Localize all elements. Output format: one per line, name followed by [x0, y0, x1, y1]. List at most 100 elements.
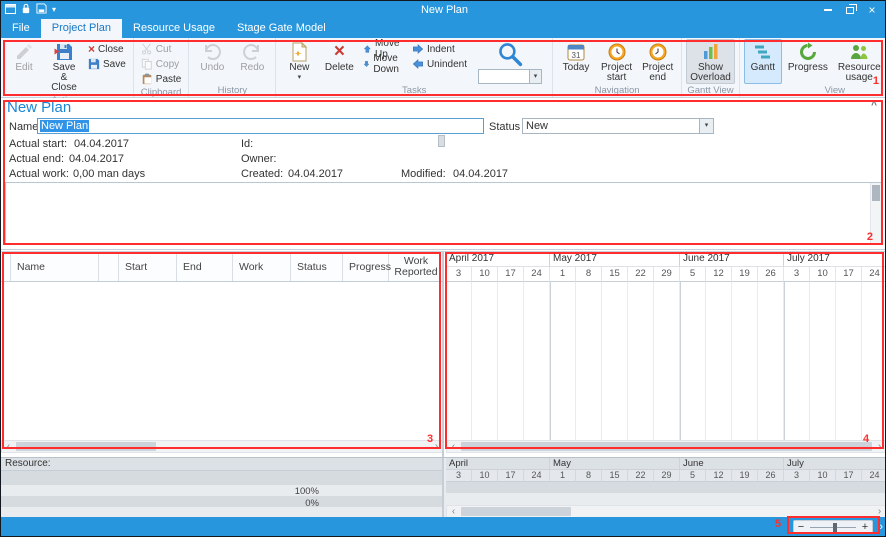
- redo-label: Redo: [240, 63, 264, 73]
- window-title: New Plan: [71, 4, 818, 16]
- lock-icon[interactable]: [21, 3, 31, 17]
- search-icon[interactable]: [496, 41, 524, 67]
- collapse-panel-icon[interactable]: ^: [871, 100, 877, 111]
- group-label-history: History: [193, 84, 271, 97]
- indent-button[interactable]: Indent: [409, 42, 470, 56]
- resource-month: May: [550, 458, 680, 470]
- zoom-slider[interactable]: [808, 521, 858, 533]
- gantt-week: 5: [680, 267, 706, 282]
- ribbon: Edit Save & Close × Close Save: [1, 38, 885, 98]
- actual-work-label: Actual work:: [9, 168, 69, 180]
- gantt-hscroll-thumb[interactable]: [461, 442, 872, 451]
- scroll-right-icon[interactable]: ›: [873, 441, 886, 452]
- paste-label: Paste: [156, 74, 182, 85]
- created-label: Created:: [241, 168, 283, 180]
- task-search-input[interactable]: ▾: [478, 69, 542, 84]
- status-select[interactable]: New ▾: [522, 118, 714, 134]
- paste-button[interactable]: Paste: [138, 72, 185, 86]
- resource-hscroll-thumb[interactable]: [461, 507, 571, 516]
- zoom-slider-thumb[interactable]: [833, 523, 837, 533]
- gantt-hscrollbar[interactable]: ‹ ›: [446, 440, 886, 453]
- copy-label: Copy: [156, 59, 179, 70]
- resource-week: 24: [862, 470, 885, 482]
- show-overload-button[interactable]: Show Overload: [686, 39, 735, 84]
- axis-label-0: 0%: [274, 498, 319, 509]
- new-task-button[interactable]: New ▾: [280, 39, 318, 84]
- annotation-number-5: 5: [775, 518, 781, 530]
- save-button[interactable]: Save: [85, 57, 129, 71]
- tab-file[interactable]: File: [1, 19, 41, 38]
- notes-scrollbar-thumb[interactable]: [872, 185, 880, 201]
- today-button[interactable]: 31 Today: [557, 39, 595, 84]
- scroll-left-icon[interactable]: ‹: [447, 441, 460, 452]
- gantt-month: May 2017: [550, 252, 680, 267]
- column-work-reported[interactable]: Work Reported: [389, 252, 442, 281]
- tab-stage-gate-model[interactable]: Stage Gate Model: [226, 19, 337, 38]
- copy-icon: [141, 58, 153, 70]
- unindent-button[interactable]: Unindent: [409, 57, 470, 71]
- resource-timeline-body: [446, 482, 885, 505]
- scissors-icon: [141, 43, 153, 55]
- annotation-number-1: 1: [873, 75, 879, 87]
- scroll-right-icon[interactable]: ›: [873, 506, 885, 517]
- gantt-chart: April 2017 May 2017 June 2017 July 2017 …: [446, 252, 886, 457]
- view-progress-button[interactable]: Progress: [784, 39, 832, 84]
- cut-label: Cut: [156, 44, 172, 55]
- unindent-label: Unindent: [427, 59, 467, 70]
- owner-label: Owner:: [241, 153, 276, 165]
- annotation-number-4: 4: [863, 433, 869, 445]
- scroll-left-icon[interactable]: ‹: [447, 506, 460, 517]
- gantt-week: 17: [836, 267, 862, 282]
- task-table-hscroll-thumb[interactable]: [16, 442, 156, 451]
- column-icon[interactable]: [99, 252, 119, 281]
- column-start[interactable]: Start: [119, 252, 177, 281]
- resource-hscrollbar[interactable]: ‹ ›: [446, 505, 885, 517]
- edit-pencil-icon: [14, 42, 34, 62]
- restore-button[interactable]: [840, 2, 860, 18]
- save-label: Save: [103, 59, 126, 70]
- resource-band: [1, 507, 442, 517]
- column-status[interactable]: Status: [291, 252, 343, 281]
- scroll-left-icon[interactable]: ‹: [2, 441, 15, 452]
- tab-project-plan[interactable]: Project Plan: [41, 19, 122, 38]
- name-input[interactable]: New Plan: [37, 118, 484, 134]
- move-down-button[interactable]: Move Down: [360, 57, 407, 71]
- gantt-week: 22: [628, 267, 654, 282]
- statusbar-scroll-right-icon[interactable]: ›: [879, 521, 883, 533]
- gantt-month: June 2017: [680, 252, 784, 267]
- view-gantt-button[interactable]: Gantt: [744, 39, 782, 84]
- close-plan-button[interactable]: × Close: [85, 42, 129, 56]
- resource-band: [1, 485, 442, 496]
- column-name[interactable]: Name: [11, 252, 99, 281]
- qat-dropdown-icon[interactable]: ▾: [52, 6, 56, 14]
- tab-resource-usage[interactable]: Resource Usage: [122, 19, 226, 38]
- column-progress[interactable]: Progress: [343, 252, 389, 281]
- app-icon[interactable]: [5, 4, 16, 17]
- zoom-out-button[interactable]: −: [794, 521, 808, 533]
- actual-work-value: 0,00 man days: [73, 168, 145, 180]
- row-indicator-column: [1, 252, 11, 281]
- resource-week: 22: [628, 470, 654, 482]
- notes-textarea[interactable]: [5, 182, 882, 245]
- status-select-dropdown-icon[interactable]: ▾: [699, 119, 713, 133]
- zoom-in-button[interactable]: +: [858, 521, 872, 533]
- column-work[interactable]: Work: [233, 252, 291, 281]
- column-end[interactable]: End: [177, 252, 233, 281]
- project-end-button[interactable]: Project end: [638, 39, 677, 84]
- annotation-number-2: 2: [867, 231, 873, 243]
- save-and-close-button[interactable]: Save & Close: [45, 39, 83, 94]
- application-window: ▾ New Plan × File Project Plan Resource …: [0, 0, 886, 537]
- minimize-button[interactable]: [818, 2, 838, 18]
- resource-week: 8: [576, 470, 602, 482]
- ribbon-tab-row: File Project Plan Resource Usage Stage G…: [1, 19, 885, 38]
- task-table-hscrollbar[interactable]: ‹ ›: [1, 440, 444, 453]
- quick-save-icon[interactable]: [36, 3, 47, 17]
- close-window-button[interactable]: ×: [862, 2, 882, 18]
- group-label-tasks: Tasks: [280, 84, 548, 97]
- calendar-icon: 31: [566, 42, 586, 62]
- delete-task-button[interactable]: × Delete: [320, 39, 358, 84]
- task-table-body[interactable]: [1, 282, 442, 440]
- gantt-timeline-body[interactable]: [446, 282, 886, 440]
- search-dropdown-icon[interactable]: ▾: [529, 70, 541, 83]
- project-start-button[interactable]: Project start: [597, 39, 636, 84]
